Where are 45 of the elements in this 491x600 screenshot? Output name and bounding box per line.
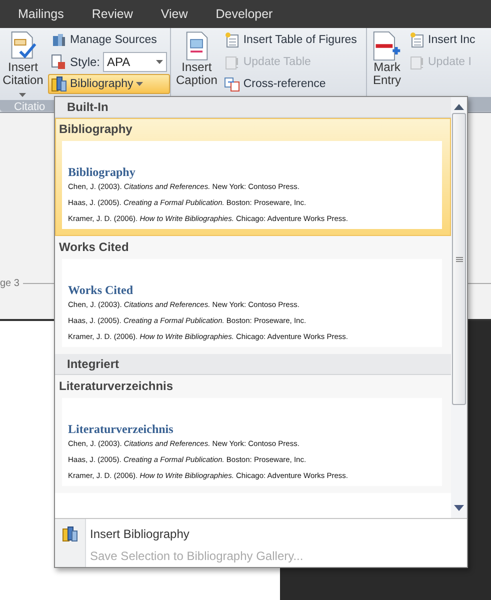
gallery-item[interactable] <box>55 375 451 493</box>
gallery-item[interactable] <box>55 118 451 236</box>
document-exclamation-icon <box>224 54 240 70</box>
ribbon-button[interactable]: Insert Table of Figures <box>221 30 360 50</box>
ribbon-tab[interactable]: View <box>146 7 202 21</box>
ribbon-button[interactable]: Manage Sources <box>48 30 170 50</box>
caret-icon <box>19 93 26 97</box>
item-title: Works Cited <box>58 239 130 255</box>
preview-heading: Bibliography <box>68 165 136 180</box>
item-title: Bibliography <box>58 121 134 137</box>
books-icon <box>50 32 67 48</box>
section-header: Built-In <box>55 97 451 118</box>
ribbon-button[interactable]: Insert Inc <box>406 30 478 50</box>
grip-icon <box>456 256 462 262</box>
books-icon <box>50 76 67 92</box>
picture-document-icon <box>184 31 209 61</box>
ribbon-tab[interactable]: Mailings <box>4 7 78 21</box>
style-label: Style: <box>70 55 100 69</box>
page-label: ge 3 <box>0 278 20 289</box>
bibliography-button[interactable]: Bibliography <box>48 74 170 94</box>
preview-heading: Works Cited <box>68 283 134 298</box>
ribbon-large-button[interactable]: Mark Entry <box>370 29 404 97</box>
scroll-down-icon[interactable] <box>454 504 464 512</box>
menu-item[interactable]: Insert Bibliography <box>86 523 467 545</box>
ribbon-tab[interactable]: Review <box>78 7 147 21</box>
caret-icon <box>156 60 163 64</box>
ribbon-tab[interactable]: Developer <box>202 7 287 21</box>
scroll-up-icon[interactable] <box>454 103 464 111</box>
ribbon-large-button[interactable]: Insert Citation <box>0 29 46 100</box>
ribbon-button[interactable]: Cross-reference <box>221 74 360 94</box>
group-label: Citatio <box>14 101 46 111</box>
books-icon <box>62 526 78 542</box>
style-dropdown[interactable]: APA <box>103 52 167 72</box>
document-style-icon <box>50 54 67 70</box>
document-exclamation-icon <box>409 54 425 70</box>
section-header: Integriert <box>55 354 451 375</box>
ribbon-large-button[interactable]: Insert Caption <box>174 29 220 97</box>
item-title: Literaturverzeichnis <box>58 378 174 394</box>
minus-plus-icon <box>372 31 402 61</box>
preview-heading: Literaturverzeichnis <box>68 422 174 437</box>
document-check-icon <box>8 31 37 61</box>
linked-pages-icon <box>224 76 240 92</box>
scroll-thumb[interactable] <box>452 113 466 405</box>
gallery-item[interactable] <box>55 236 451 354</box>
caret-icon <box>136 82 144 86</box>
